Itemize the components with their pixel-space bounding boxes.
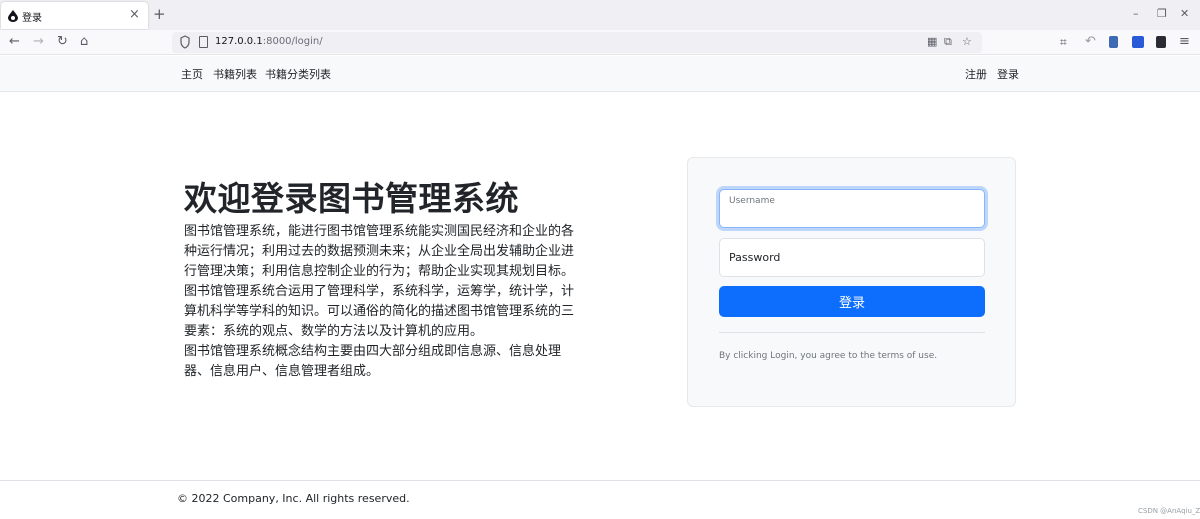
divider bbox=[719, 332, 985, 333]
extension-icon[interactable] bbox=[1109, 36, 1118, 48]
footer-copyright: © 2022 Company, Inc. All rights reserved… bbox=[177, 492, 410, 505]
minimize-icon[interactable]: – bbox=[1133, 6, 1139, 22]
footer-divider bbox=[0, 480, 1200, 481]
shield-icon[interactable] bbox=[180, 35, 190, 49]
hero-paragraph: 图书馆管理系统概念结构主要由四大部分组成即信息源、信息处理器、信息用户、信息管理… bbox=[184, 344, 562, 379]
qr-code-icon[interactable]: ▦ bbox=[927, 35, 937, 49]
restore-icon[interactable]: ❐ bbox=[1157, 6, 1167, 22]
nav-link-register[interactable]: 注册 bbox=[965, 66, 987, 82]
nav-link-book-list[interactable]: 书籍列表 bbox=[213, 66, 257, 82]
browser-tab-active[interactable]: 登录 × bbox=[1, 2, 148, 29]
bookmark-star-icon[interactable]: ☆ bbox=[962, 35, 972, 49]
watermark: CSDN @AnAqiu_Z bbox=[1138, 507, 1200, 515]
nav-link-login[interactable]: 登录 bbox=[997, 66, 1019, 82]
reload-icon[interactable]: ↻ bbox=[57, 34, 68, 50]
page-icon[interactable] bbox=[199, 36, 208, 48]
menu-icon[interactable]: ≡ bbox=[1179, 34, 1190, 50]
username-field[interactable]: Username bbox=[719, 189, 985, 228]
nav-link-home[interactable]: 主页 bbox=[181, 66, 203, 82]
tab-title: 登录 bbox=[22, 13, 42, 24]
password-field[interactable]: Password bbox=[719, 238, 985, 277]
url-bar[interactable]: 127.0.0.1:8000/login/ ▦ ⧉ ☆ bbox=[172, 32, 982, 53]
username-label: Username bbox=[729, 196, 775, 206]
browser-toolbar: ← → ↻ ⌂ 127.0.0.1:8000/login/ ▦ ⧉ ☆ ⌗ ↶ … bbox=[0, 30, 1200, 55]
login-card: Username Password 登录 By clicking Login, … bbox=[687, 157, 1016, 407]
translate-extension-icon[interactable] bbox=[1132, 36, 1144, 48]
browser-tab-bar: 登录 × + – ❐ ✕ bbox=[0, 0, 1200, 30]
tab-close-icon[interactable]: × bbox=[129, 7, 140, 23]
terms-text: By clicking Login, you agree to the term… bbox=[719, 351, 938, 361]
back-icon[interactable]: ← bbox=[9, 34, 20, 50]
hero-paragraph: 图书馆管理系统，能进行图书馆管理系统能实测国民经济和企业的各种运行情况；利用过去… bbox=[184, 224, 575, 279]
hero-paragraph: 图书馆管理系统合运用了管理科学，系统科学，运筹学，统计学，计算机科学等学科的知识… bbox=[184, 284, 575, 339]
url-text[interactable]: 127.0.0.1:8000/login/ bbox=[215, 36, 323, 47]
home-icon[interactable]: ⌂ bbox=[80, 34, 88, 50]
library-icon[interactable] bbox=[1156, 36, 1166, 48]
hero-description: 图书馆管理系统，能进行图书馆管理系统能实测国民经济和企业的各种运行情况；利用过去… bbox=[184, 222, 584, 382]
nav-link-category-list[interactable]: 书籍分类列表 bbox=[265, 66, 331, 82]
close-window-icon[interactable]: ✕ bbox=[1180, 6, 1189, 22]
new-tab-icon[interactable]: + bbox=[153, 6, 166, 22]
forward-icon[interactable]: → bbox=[33, 34, 44, 50]
page-favicon-icon bbox=[8, 10, 18, 22]
undo-icon[interactable]: ↶ bbox=[1085, 34, 1096, 50]
site-navbar: 主页 书籍列表 书籍分类列表 注册 登录 bbox=[0, 56, 1200, 92]
crop-icon[interactable]: ⌗ bbox=[1060, 34, 1067, 50]
translate-icon[interactable]: ⧉ bbox=[944, 35, 952, 49]
password-label: Password bbox=[729, 251, 781, 264]
page-title: 欢迎登录图书管理系统 bbox=[184, 179, 519, 218]
login-button[interactable]: 登录 bbox=[719, 286, 985, 317]
